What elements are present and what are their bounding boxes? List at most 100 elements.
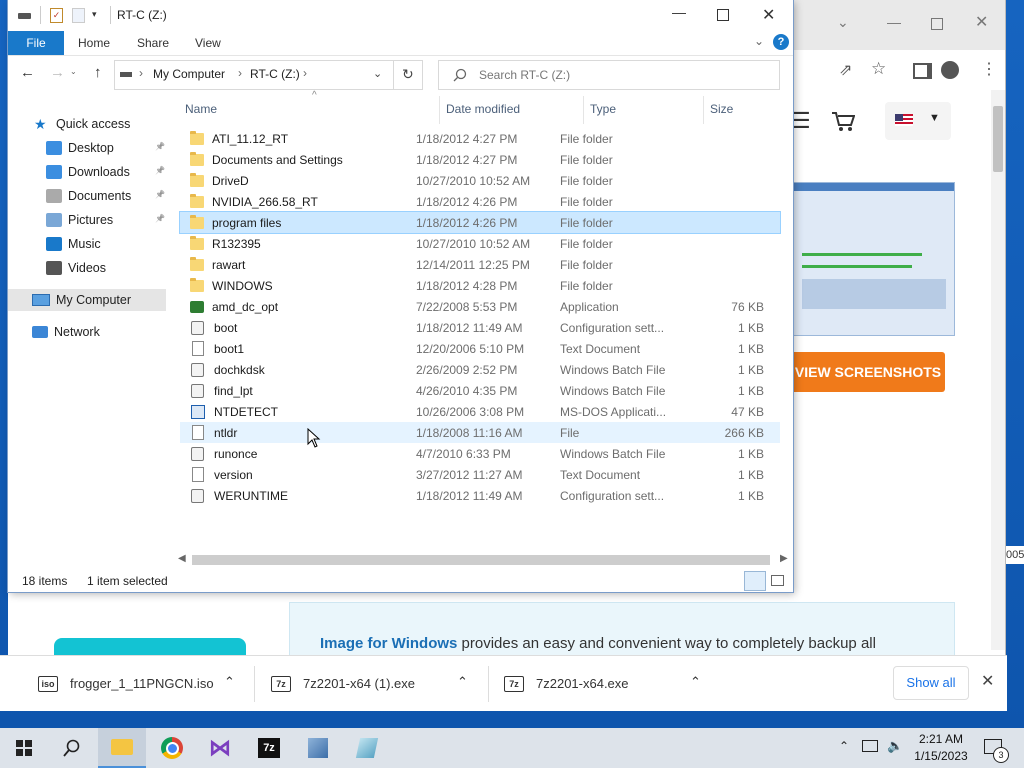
search-input[interactable]: Search RT-C (Z:) <box>438 60 780 90</box>
tab-file[interactable]: File <box>8 31 64 55</box>
language-select[interactable]: ▼ <box>885 102 951 140</box>
sidebar-item-pictures[interactable]: Pictures 📌 <box>8 209 166 231</box>
taskbar-visual-studio[interactable]: ⋈ <box>196 728 244 768</box>
download-item[interactable]: 7z 7z2201-x64.exe ⌃ <box>504 656 714 711</box>
chevron-right-icon[interactable]: › <box>139 66 143 80</box>
recent-locations-icon[interactable]: ⌄ <box>70 67 77 76</box>
divider[interactable] <box>439 96 440 124</box>
customize-toolbar-icon[interactable]: ▾ <box>92 9 97 20</box>
tab-view[interactable]: View <box>195 31 221 55</box>
file-row[interactable]: DriveD 10/27/2010 10:52 AM File folder <box>180 170 780 191</box>
clock[interactable]: 2:21 AM 1/15/2023 <box>910 731 972 765</box>
close-icon[interactable]: ✕ <box>975 12 988 32</box>
nav-my-computer[interactable]: My Computer <box>8 289 166 311</box>
tab-share[interactable]: Share <box>137 31 169 55</box>
close-icon[interactable]: ✕ <box>762 5 775 25</box>
file-row[interactable]: rawart 12/14/2011 12:25 PM File folder <box>180 254 780 275</box>
cart-icon[interactable] <box>831 110 855 132</box>
column-header-type[interactable]: Type <box>590 98 616 120</box>
details-view-icon[interactable] <box>744 571 766 591</box>
file-row[interactable]: NTDETECT 10/26/2006 3:08 PM MS-DOS Applica… <box>180 401 780 422</box>
close-icon[interactable]: ✕ <box>981 671 994 691</box>
share-icon[interactable]: ⇗ <box>839 60 852 80</box>
pin-icon[interactable]: 📌 <box>155 142 165 152</box>
sidebar-item-documents[interactable]: Documents 📌 <box>8 185 166 207</box>
chevron-right-icon[interactable]: › <box>303 66 307 80</box>
minimize-icon[interactable]: — <box>672 4 686 20</box>
sidebar-item-desktop[interactable]: Desktop 📌 <box>8 137 166 159</box>
search-button[interactable] <box>48 728 96 768</box>
file-row[interactable]: dochkdsk 2/26/2009 2:52 PM Windows Batch F… <box>180 359 780 380</box>
file-row[interactable]: program files 1/18/2012 4:26 PM File folde… <box>179 211 781 234</box>
file-row[interactable]: amd_dc_opt 7/22/2008 5:53 PM Application 76… <box>180 296 780 317</box>
teal-button[interactable] <box>54 638 246 655</box>
taskbar-app[interactable] <box>294 728 342 768</box>
chevron-down-icon[interactable]: ⌄ <box>837 14 849 31</box>
show-all-button[interactable]: Show all <box>893 666 969 700</box>
sidebar-item-music[interactable]: Music <box>8 233 166 255</box>
sidebar-item-videos[interactable]: Videos <box>8 257 166 279</box>
volume-icon[interactable]: 🔈 <box>887 738 903 754</box>
chevron-up-icon[interactable]: ⌃ <box>690 674 701 690</box>
properties-icon[interactable]: ✓ <box>50 8 63 23</box>
file-row[interactable]: R132395 10/27/2010 10:52 AM File folder <box>180 233 780 254</box>
horizontal-scrollbar[interactable]: ◀ ▶ <box>174 552 790 568</box>
file-row[interactable]: WERUNTIME 1/18/2012 11:49 AM Configuration… <box>180 485 780 506</box>
file-row[interactable]: WINDOWS 1/18/2012 4:28 PM File folder <box>180 275 780 296</box>
file-row[interactable]: ATI_11.12_RT 1/18/2012 4:27 PM File folder <box>180 128 780 149</box>
network-icon[interactable] <box>862 740 878 752</box>
taskbar-7zip[interactable]: 7z <box>245 728 293 768</box>
refresh-button[interactable]: ↻ <box>394 60 423 90</box>
large-icons-view-icon[interactable] <box>771 575 784 586</box>
maximize-icon[interactable] <box>717 9 729 21</box>
divider[interactable] <box>583 96 584 124</box>
file-row[interactable]: runonce 4/7/2010 6:33 PM Windows Batch Fil… <box>180 443 780 464</box>
forward-icon[interactable]: → <box>50 64 65 81</box>
minimize-icon[interactable]: — <box>887 14 901 30</box>
file-row[interactable]: boot1 12/20/2006 5:10 PM Text Document 1 KB <box>180 338 780 359</box>
expand-ribbon-icon[interactable]: ⌄ <box>754 34 764 48</box>
new-folder-icon[interactable] <box>72 8 85 23</box>
chevron-down-icon[interactable]: ⌄ <box>373 67 382 80</box>
chevron-up-icon[interactable]: ⌃ <box>457 674 468 690</box>
taskbar-chrome[interactable] <box>148 728 196 768</box>
breadcrumb-my-computer[interactable]: My Computer <box>153 67 225 81</box>
address-bar[interactable]: › My Computer › RT-C (Z:) › ⌄ <box>114 60 394 90</box>
profile-icon[interactable] <box>941 61 959 79</box>
download-item[interactable]: iso frogger_1_11PNGCN.iso ⌃ <box>38 656 248 711</box>
chevron-up-icon[interactable]: ⌃ <box>839 739 849 753</box>
screenshot-thumbnail[interactable] <box>793 182 955 336</box>
pin-icon[interactable]: 📌 <box>155 190 165 200</box>
chevron-right-icon[interactable]: › <box>238 66 242 80</box>
file-row[interactable]: NVIDIA_266.58_RT 1/18/2012 4:26 PM File fo… <box>180 191 780 212</box>
tab-home[interactable]: Home <box>78 31 110 55</box>
nav-quick-access[interactable]: ★ Quick access <box>8 113 166 135</box>
view-screenshots-button[interactable]: VIEW SCREENSHOTS <box>791 352 945 392</box>
scroll-right-icon[interactable]: ▶ <box>780 553 788 564</box>
file-row[interactable]: find_lpt 4/26/2010 4:35 PM Windows Batch F… <box>180 380 780 401</box>
chevron-up-icon[interactable]: ⌃ <box>224 674 235 690</box>
up-icon[interactable]: ↑ <box>94 64 102 81</box>
star-icon[interactable]: ☆ <box>871 59 886 79</box>
column-header-name[interactable]: Name <box>185 98 217 120</box>
sidebar-item-downloads[interactable]: Downloads 📌 <box>8 161 166 183</box>
maximize-icon[interactable] <box>931 18 943 30</box>
file-row[interactable]: boot 1/18/2012 11:49 AM Configuration sett… <box>180 317 780 338</box>
pin-icon[interactable]: 📌 <box>155 166 165 176</box>
browser-scrollbar[interactable] <box>991 90 1005 650</box>
column-header-date[interactable]: Date modified <box>446 98 520 120</box>
scroll-thumb[interactable] <box>192 555 770 565</box>
back-icon[interactable]: ← <box>20 64 35 81</box>
hamburger-icon[interactable]: ☰ <box>791 108 811 134</box>
start-button[interactable] <box>0 728 48 768</box>
help-icon[interactable]: ? <box>773 34 789 50</box>
nav-network[interactable]: Network <box>8 321 166 343</box>
file-row[interactable]: version 3/27/2012 11:27 AM Text Document 1 … <box>180 464 780 485</box>
taskbar-file-explorer[interactable] <box>98 728 146 768</box>
scroll-left-icon[interactable]: ◀ <box>178 553 186 564</box>
taskbar-app2[interactable] <box>343 728 391 768</box>
file-row[interactable]: ntldr 1/18/2008 11:16 AM File 266 KB <box>180 422 780 443</box>
scroll-thumb[interactable] <box>993 106 1003 172</box>
download-item[interactable]: 7z 7z2201-x64 (1).exe ⌃ <box>271 656 481 711</box>
side-panel-icon[interactable] <box>913 63 932 79</box>
